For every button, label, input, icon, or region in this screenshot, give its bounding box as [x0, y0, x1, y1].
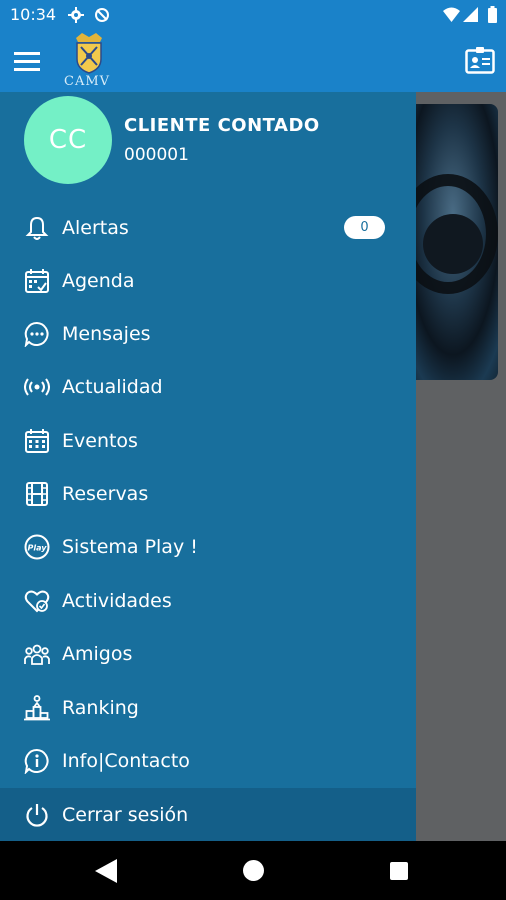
background-ring-inner [423, 214, 483, 274]
hamburger-icon[interactable] [14, 50, 40, 72]
menu-label-alertas: Alertas [62, 216, 129, 239]
bell-icon [25, 216, 49, 240]
svg-text:Play: Play [28, 543, 48, 552]
recent-apps-icon[interactable] [390, 862, 408, 880]
system-navigation-bar [0, 841, 506, 900]
menu-item-actividades[interactable]: Actividades [0, 574, 416, 627]
broadcast-icon [24, 377, 50, 396]
menu-item-mensajes[interactable]: Mensajes [0, 307, 416, 360]
menu-label-actividades: Actividades [62, 589, 172, 612]
menu-label-mensajes: Mensajes [62, 322, 151, 345]
back-icon[interactable] [95, 859, 117, 883]
calendar-grid-icon [25, 428, 49, 453]
user-name: CLIENTE CONTADO [124, 115, 320, 136]
signal-icon [463, 7, 478, 22]
navigation-drawer: CC CLIENTE CONTADO 000001 Alertas 0 Agen… [0, 92, 416, 841]
menu-label-cerrar-sesion: Cerrar sesión [62, 803, 189, 826]
menu-item-sistema-play[interactable]: Play Sistema Play ! [0, 520, 416, 573]
menu-item-ranking[interactable]: Ranking [0, 681, 416, 734]
id-card-icon[interactable] [465, 46, 495, 74]
menu-label-eventos: Eventos [62, 429, 138, 452]
menu-item-eventos[interactable]: Eventos [0, 414, 416, 467]
menu-label-agenda: Agenda [62, 269, 135, 292]
menu-label-amigos: Amigos [62, 642, 133, 665]
menu-label-actualidad: Actualidad [62, 375, 163, 398]
menu-item-cerrar-sesion[interactable]: Cerrar sesión [0, 788, 416, 841]
sync-off-icon [95, 8, 109, 22]
power-icon [26, 803, 48, 827]
film-icon [26, 481, 48, 506]
calendar-check-icon [25, 268, 49, 293]
menu-label-sistema-play: Sistema Play ! [62, 535, 198, 558]
menu-item-alertas[interactable]: Alertas 0 [0, 201, 416, 254]
status-bar: 10:34 [0, 0, 506, 30]
menu-item-actualidad[interactable]: Actualidad [0, 360, 416, 413]
user-id: 000001 [124, 145, 189, 165]
menu-label-reservas: Reservas [62, 482, 149, 505]
heart-check-icon [24, 590, 50, 612]
info-bubble-icon [24, 748, 49, 774]
app-bar: CAMV [0, 30, 506, 92]
menu-item-reservas[interactable]: Reservas [0, 467, 416, 520]
play-badge-icon: Play [24, 534, 50, 559]
menu-item-info-contacto[interactable]: Info|Contacto [0, 734, 416, 787]
wifi-icon [443, 7, 460, 22]
logo-text: CAMV [64, 74, 111, 89]
gear-icon [68, 7, 84, 23]
menu-label-ranking: Ranking [62, 696, 139, 719]
status-time: 10:34 [10, 5, 57, 24]
alerts-count-badge: 0 [344, 216, 385, 239]
people-icon [24, 644, 50, 665]
home-icon[interactable] [243, 860, 264, 881]
podium-icon [24, 694, 50, 720]
menu-item-agenda[interactable]: Agenda [0, 254, 416, 307]
chat-bubble-icon [24, 321, 49, 347]
avatar[interactable]: CC [24, 96, 112, 184]
battery-icon [488, 6, 497, 23]
menu-label-info-contacto: Info|Contacto [62, 749, 190, 772]
menu-item-amigos[interactable]: Amigos [0, 627, 416, 680]
